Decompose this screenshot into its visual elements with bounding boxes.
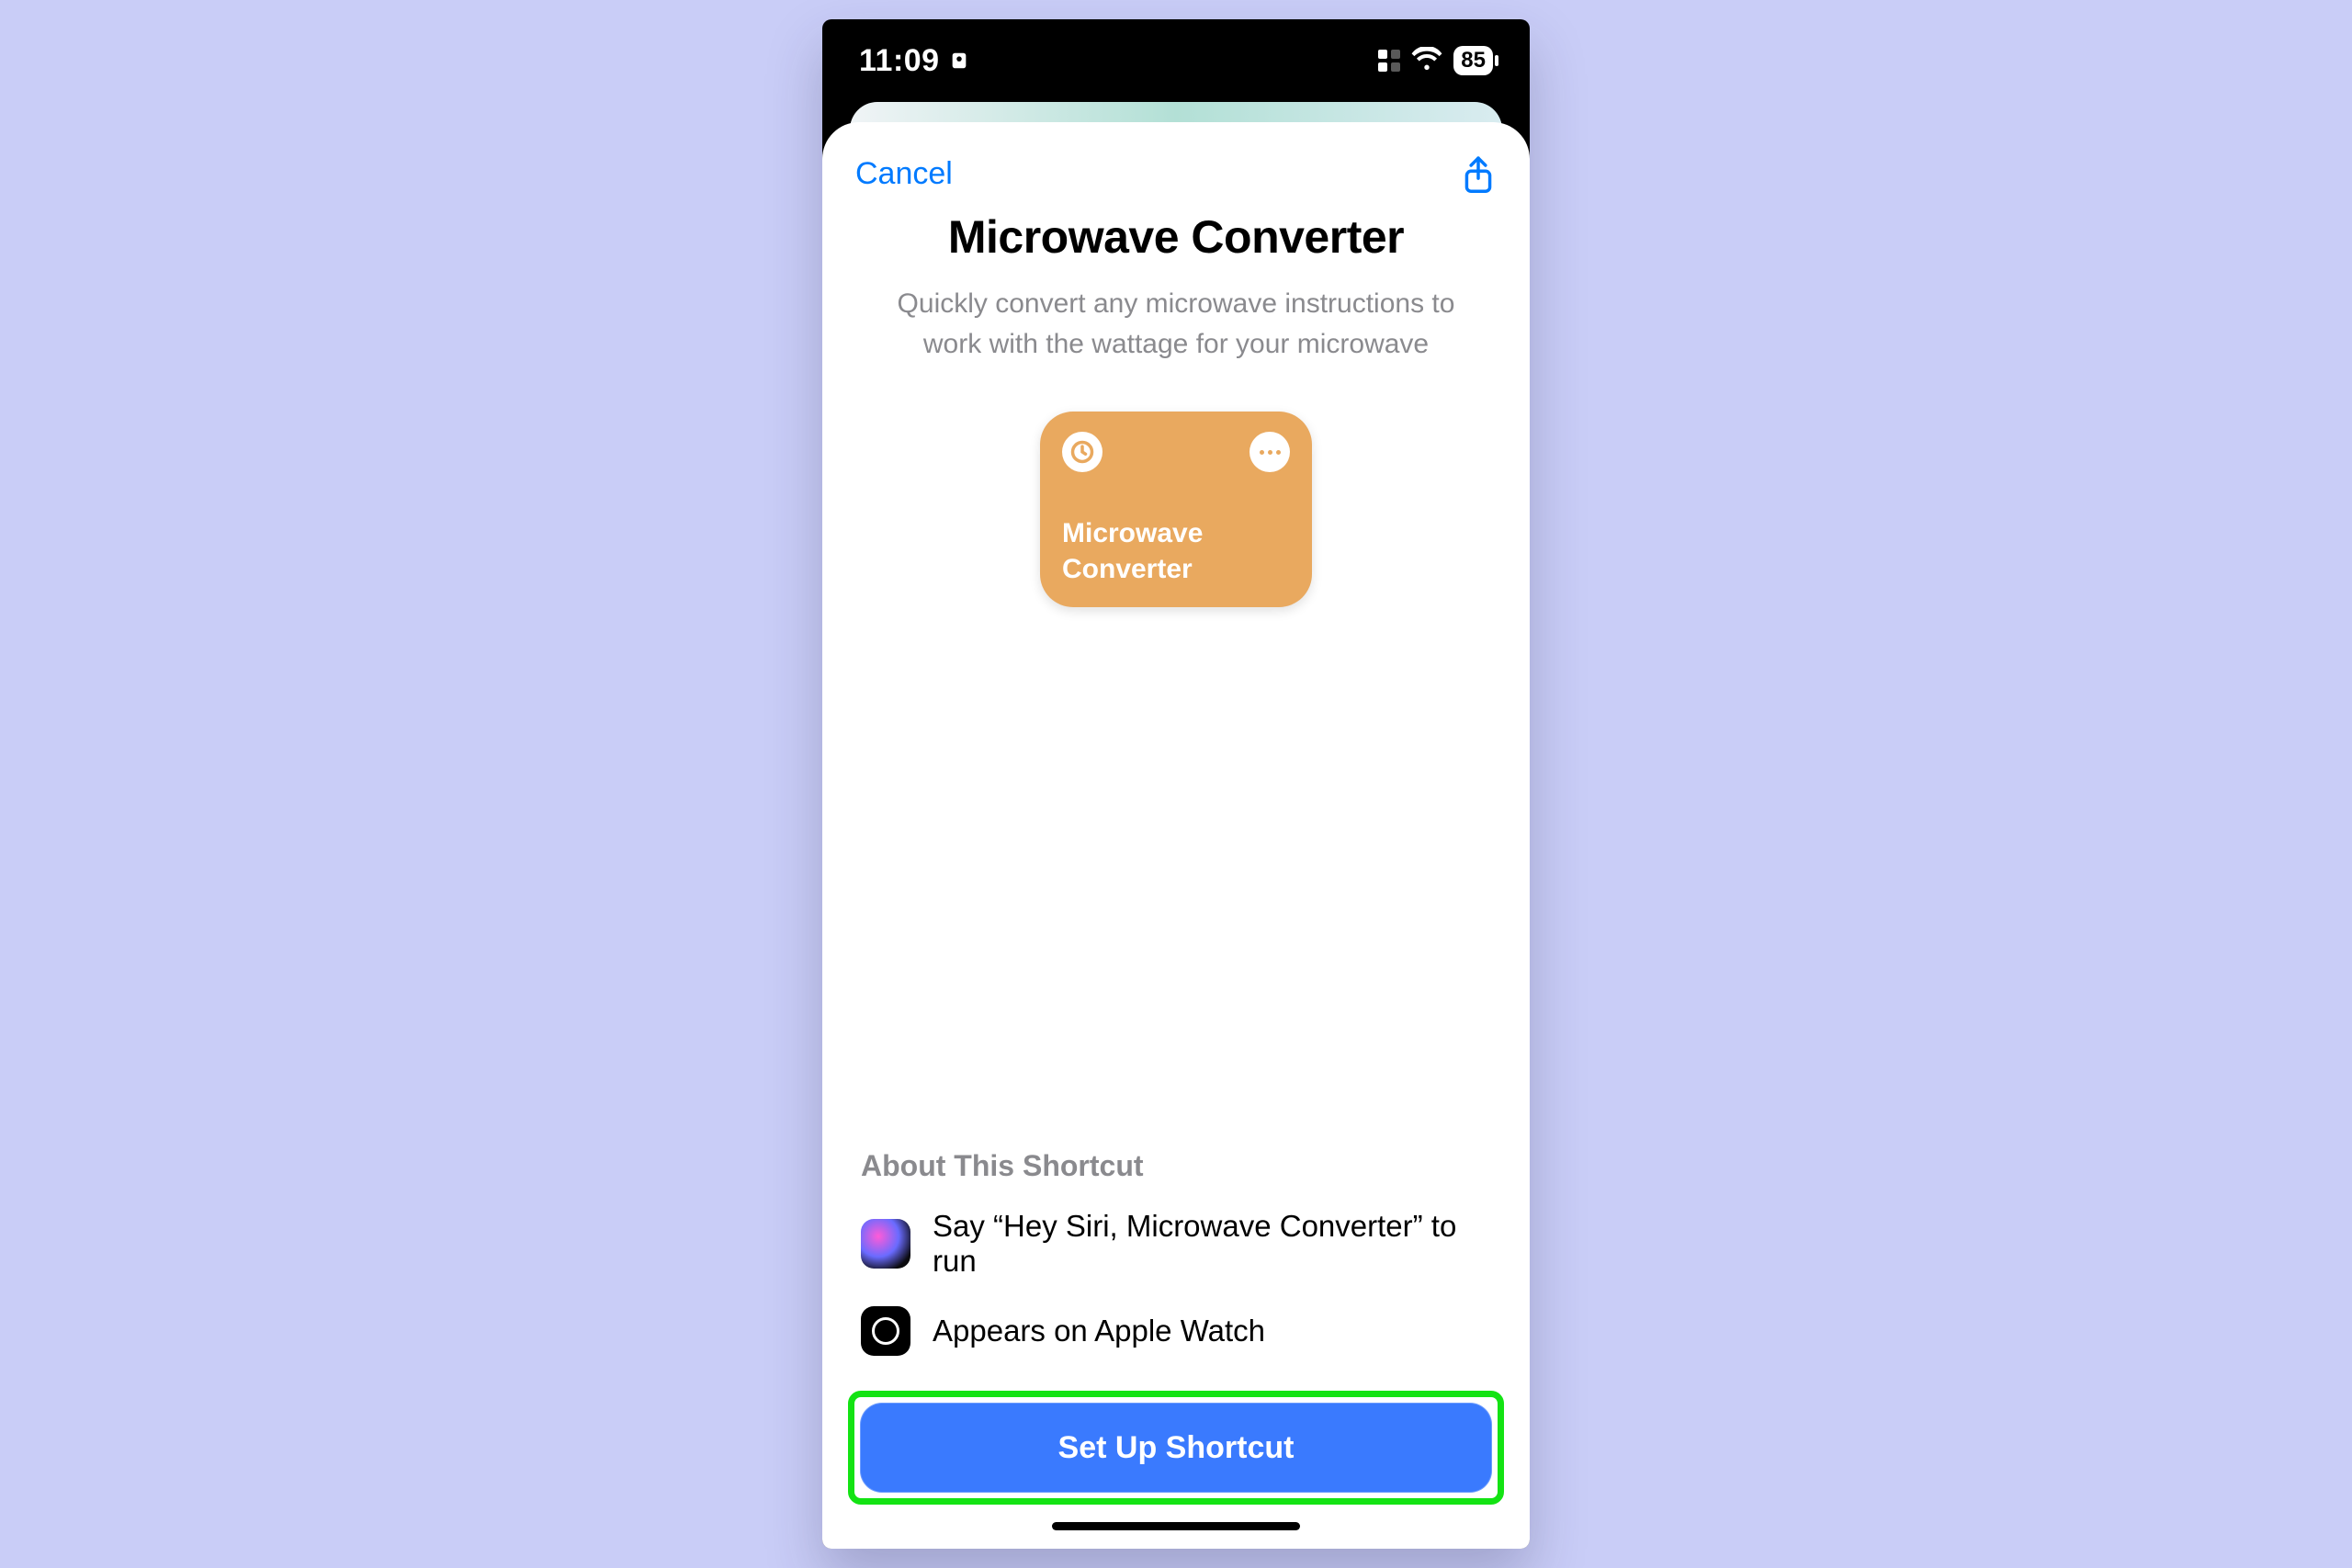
status-time: 11:09 [859,43,940,79]
shortcut-card[interactable]: Microwave Converter [1040,412,1312,607]
shortcut-card-label: Microwave Converter [1062,515,1290,587]
about-watch-text: Appears on Apple Watch [933,1314,1265,1348]
wifi-icon [1411,47,1442,75]
page-title: Microwave Converter [822,210,1530,264]
about-siri-row: Say “Hey Siri, Microwave Converter” to r… [861,1209,1491,1279]
apple-watch-icon [861,1306,910,1356]
cellular-icon [1378,50,1400,72]
clock-icon [1062,432,1102,472]
setup-shortcut-label: Set Up Shortcut [1058,1430,1295,1466]
highlight-box: Set Up Shortcut [848,1391,1504,1505]
cancel-button[interactable]: Cancel [855,156,953,192]
siri-icon [861,1219,910,1269]
battery-percent: 85 [1461,48,1486,73]
about-section: About This Shortcut Say “Hey Siri, Micro… [822,1149,1530,1383]
about-heading: About This Shortcut [861,1149,1491,1183]
battery-icon: 85 [1453,46,1493,75]
status-bar: 11:09 85 [822,19,1530,102]
page-subtitle: Quickly convert any microwave instructio… [822,264,1530,364]
home-indicator [1052,1522,1300,1530]
share-icon[interactable] [1460,155,1497,192]
phone-frame: 11:09 85 [822,19,1530,1549]
about-siri-text: Say “Hey Siri, Microwave Converter” to r… [933,1209,1491,1279]
more-icon[interactable] [1250,432,1290,472]
about-watch-row: Appears on Apple Watch [861,1306,1491,1356]
modal-sheet: Cancel Microwave Converter Quickly conve… [822,122,1530,1549]
camera-indicator-icon [949,51,969,71]
setup-shortcut-button[interactable]: Set Up Shortcut [860,1403,1492,1493]
